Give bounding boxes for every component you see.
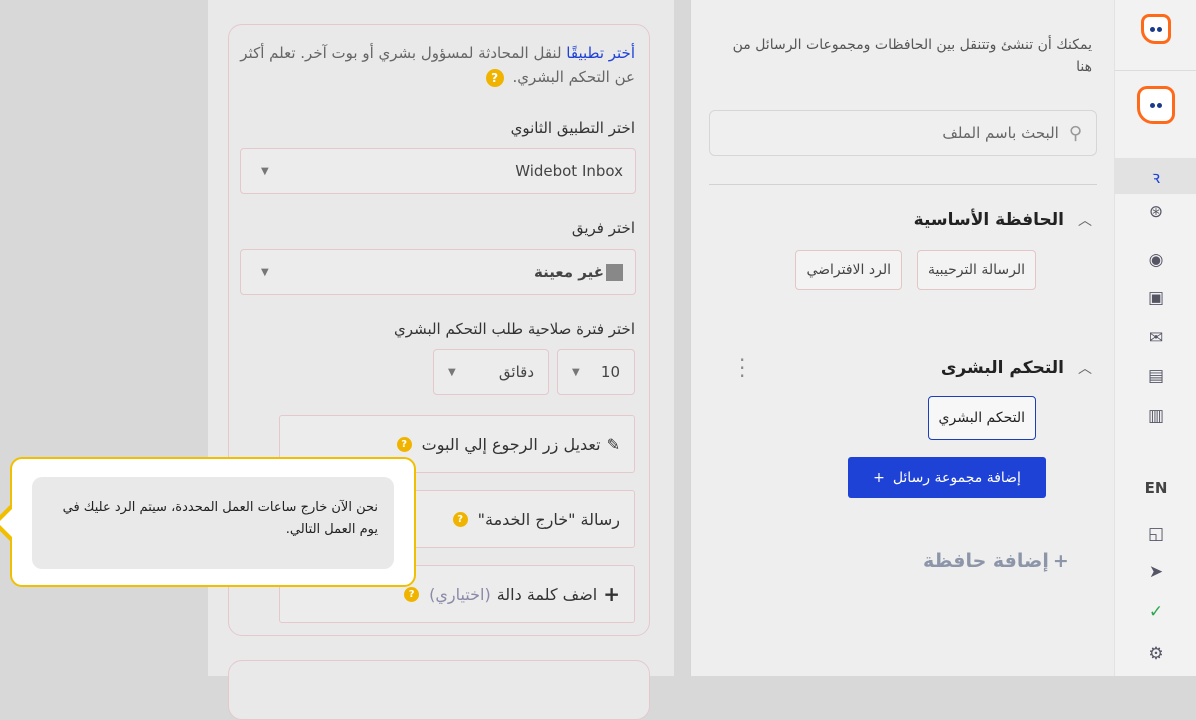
main-nav-rail: ꝛ ⊛ ◉ ▣ ✉ ▤ ▥ EN ◱ ➤ ✓ ⚙ (1114, 0, 1196, 676)
team-value: غير معينة (533, 263, 604, 281)
tooltip-message: نحن الآن خارج ساعات العمل المحددة، سيتم … (32, 477, 394, 569)
analytics-icon[interactable]: ▥ (1115, 404, 1196, 428)
team-color-swatch (606, 264, 623, 281)
out-of-service-tooltip: نحن الآن خارج ساعات العمل المحددة، سيتم … (0, 457, 416, 587)
chevron-down-icon: ▼ (261, 266, 269, 278)
team-select[interactable]: غير معينة ▼ (240, 249, 636, 295)
team-label: اختر فريق (571, 219, 635, 237)
folder-title: الحافظة الأساسية (913, 210, 1064, 230)
chevron-down-icon: ▼ (261, 165, 269, 177)
mail-icon[interactable]: ✉ (1115, 326, 1196, 350)
brain-icon[interactable]: ⊛ (1115, 200, 1196, 224)
validity-number-select[interactable]: 10 ▼ (557, 349, 635, 395)
send-icon[interactable]: ➤ (1115, 560, 1196, 584)
team-selected: غير معينة (534, 263, 623, 281)
help-question-icon[interactable]: ? (452, 511, 468, 527)
secondary-app-value: Widebot Inbox (515, 162, 623, 180)
language-switch[interactable]: EN (1115, 476, 1196, 500)
sidebar-help-text: يمكنك أن تنشئ وتتنقل بين الحافظات ومجموع… (732, 37, 1092, 75)
group-default-reply[interactable]: الرد الافتراضي (795, 250, 902, 290)
group-human-control[interactable]: التحكم البشري (927, 396, 1036, 440)
choose-app-link[interactable]: أختر تطبيقًا (566, 44, 635, 62)
folder-header-main[interactable]: ︿ الحافظة الأساسية (914, 210, 1092, 230)
add-folder-button[interactable]: + إضافة حافظة (923, 550, 1069, 572)
chevron-down-icon: ▼ (448, 366, 456, 378)
validity-unit-select[interactable]: دقائق ▼ (433, 349, 549, 395)
pencil-icon: ✎ (606, 434, 620, 454)
add-folder-label: إضافة حافظة (923, 550, 1049, 572)
search-input[interactable] (760, 123, 1061, 143)
file-search-box[interactable]: ⚲ (709, 110, 1097, 156)
optional-tag: (اختياري) (429, 584, 491, 604)
help-question-icon[interactable]: ? (404, 586, 420, 602)
brand-logo-icon[interactable] (1141, 14, 1171, 44)
tooltip-arrow-inner (0, 508, 13, 538)
flow-icon[interactable]: ꝛ (1115, 164, 1196, 188)
next-settings-card (228, 660, 650, 720)
more-options-icon[interactable]: · · · (739, 350, 745, 386)
plus-icon: + (873, 469, 885, 486)
broadcast-icon[interactable]: ◉ (1115, 248, 1196, 272)
segments-icon[interactable]: ▤ (1115, 364, 1196, 388)
divider (709, 184, 1097, 185)
wallet-icon[interactable]: ◱ (1115, 522, 1196, 546)
chevron-down-icon: ▼ (572, 366, 580, 378)
validity-unit: دقائق (498, 363, 534, 381)
add-keyword-label: اضف كلمة دالة (496, 584, 598, 604)
chevron-up-icon[interactable]: ︿ (1078, 210, 1092, 230)
check-icon[interactable]: ✓ (1115, 600, 1196, 624)
add-group-label: إضافة مجموعة رسائل (892, 469, 1021, 486)
folder-header-human[interactable]: ︿ التحكم البشرى (941, 358, 1092, 378)
bot-avatar-icon[interactable] (1137, 86, 1175, 124)
divider (1115, 70, 1196, 71)
out-of-service-label: رسالة "خارج الخدمة" (477, 509, 620, 529)
secondary-app-select[interactable]: Widebot Inbox ▼ (240, 148, 636, 194)
folders-sidebar: يمكنك أن تنشئ وتتنقل بين الحافظات ومجموع… (690, 0, 1114, 676)
validity-number: 10 (600, 363, 620, 381)
help-question-icon[interactable]: ? (485, 68, 504, 87)
group-welcome-message[interactable]: الرسالة الترحيبية (916, 250, 1036, 290)
plus-icon: + (1052, 550, 1069, 572)
plus-icon: + (603, 582, 620, 606)
validity-label: اختر فترة صلاحية طلب التحكم البشري (394, 320, 635, 338)
chevron-up-icon[interactable]: ︿ (1078, 358, 1092, 378)
help-question-icon[interactable]: ? (396, 436, 412, 452)
contacts-icon[interactable]: ▣ (1115, 286, 1196, 310)
search-icon: ⚲ (1068, 122, 1082, 144)
secondary-app-label: اختر التطبيق الثانوي (510, 119, 635, 137)
folder-title: التحكم البشرى (940, 358, 1064, 378)
settings-icon[interactable]: ⚙ (1115, 642, 1196, 666)
handover-intro: أختر تطبيقًا لنقل المحادثة لمسؤول بشري أ… (235, 41, 635, 89)
edit-back-label: تعديل زر الرجوع إلي البوت (421, 434, 601, 454)
add-message-group-button[interactable]: إضافة مجموعة رسائل + (848, 457, 1046, 498)
